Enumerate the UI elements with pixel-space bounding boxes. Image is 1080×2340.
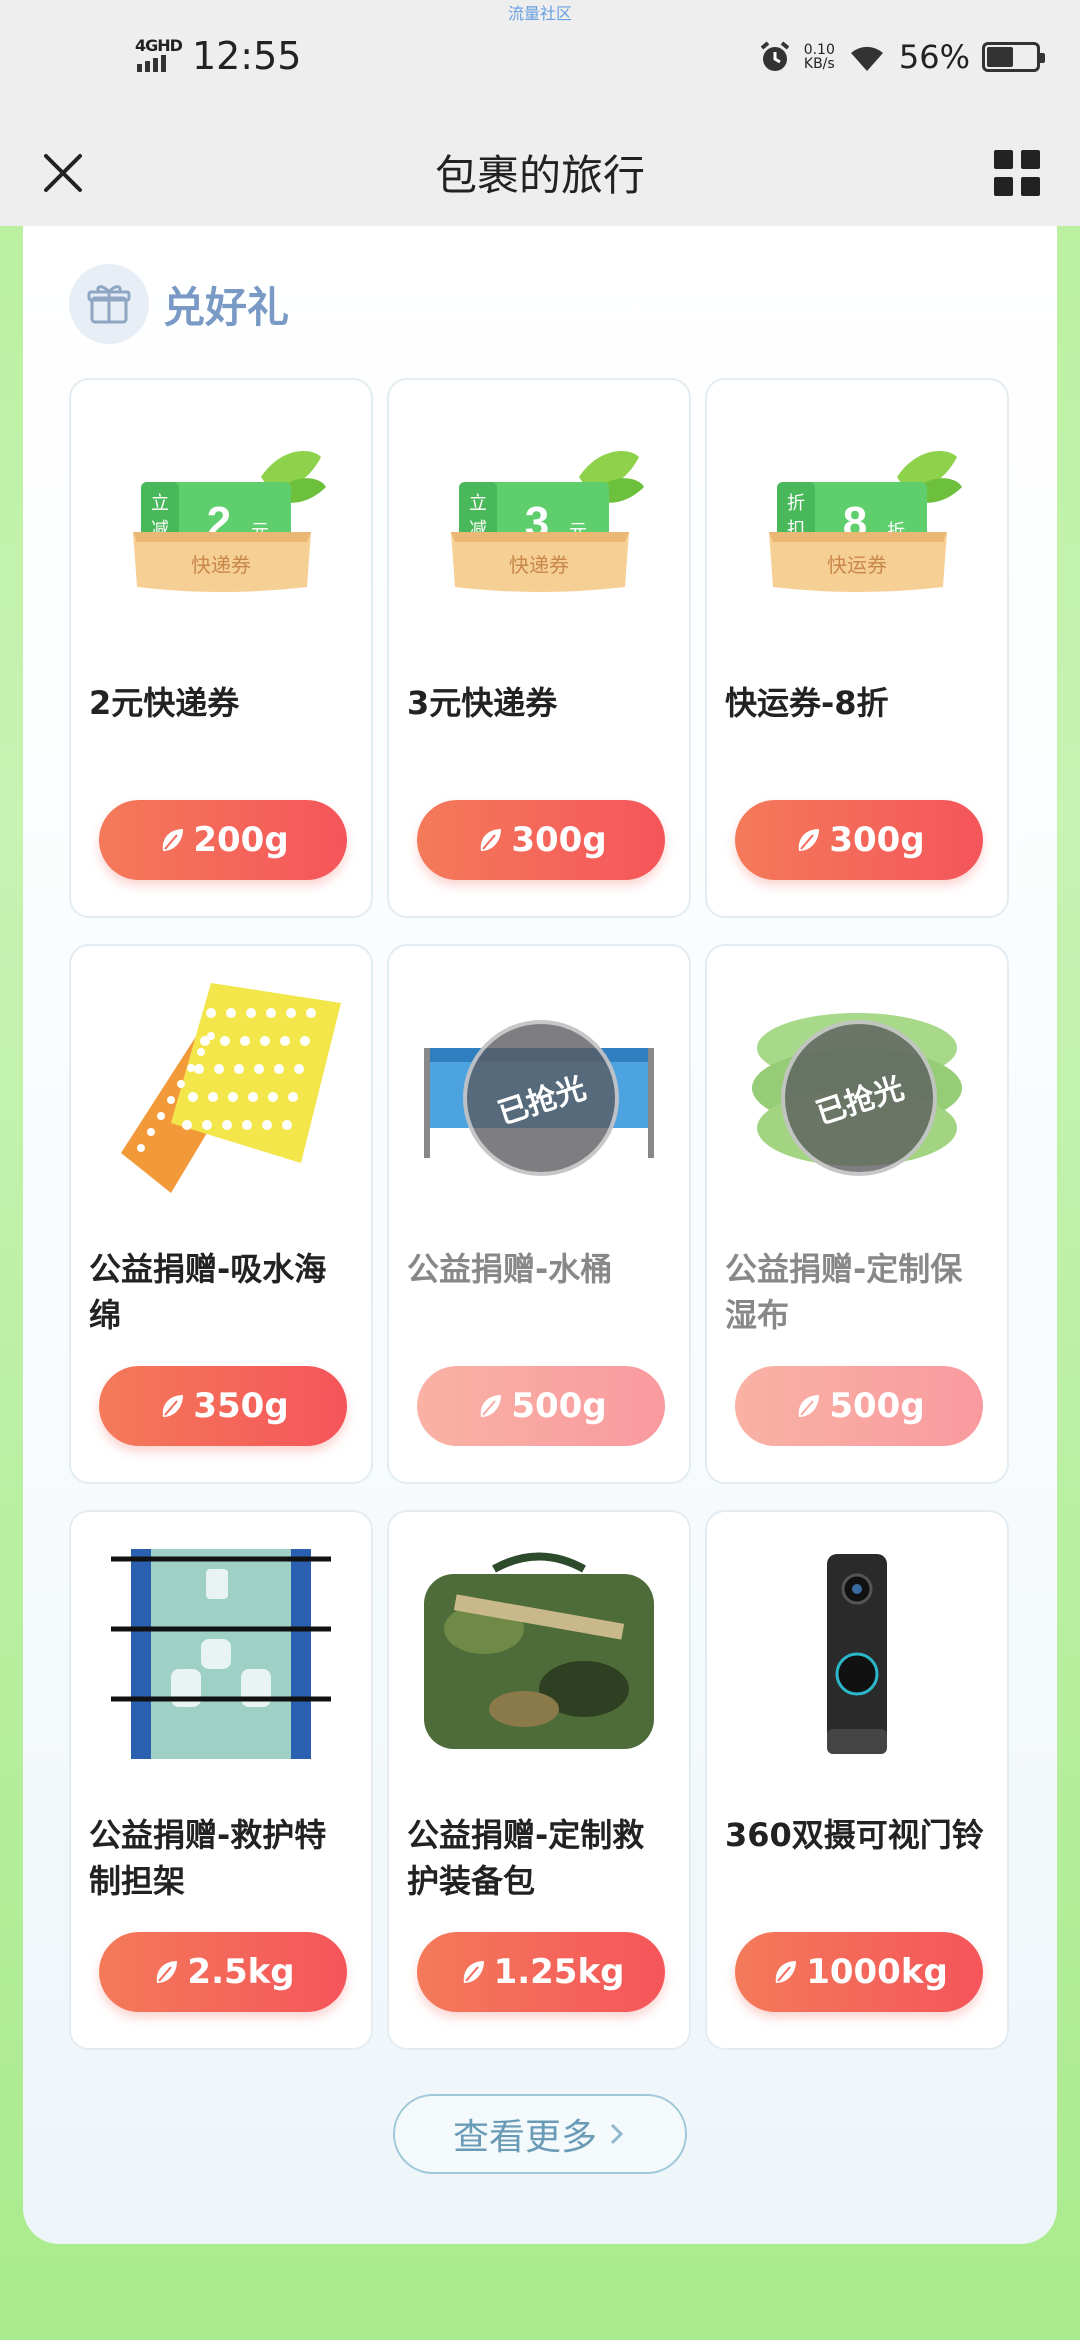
svg-text:立: 立 bbox=[151, 493, 169, 513]
network-indicator: 4GHD bbox=[135, 37, 183, 75]
reward-item[interactable]: 折 扣 8 折 快运券 快运券-8折 300g bbox=[705, 378, 1009, 918]
signal-icon bbox=[137, 54, 166, 72]
reward-image bbox=[93, 968, 349, 1208]
reward-item[interactable]: 360双摄可视门铃 1000kg bbox=[705, 1510, 1009, 2050]
reward-item[interactable]: 公益捐赠-定制救护装备包 1.25kg bbox=[387, 1510, 691, 2050]
leaf-icon bbox=[481, 1395, 502, 1417]
redeem-button[interactable]: 300g bbox=[417, 800, 665, 880]
svg-text:立: 立 bbox=[469, 493, 487, 513]
clock: 12:55 bbox=[191, 34, 302, 78]
redeem-button[interactable]: 1.25kg bbox=[417, 1932, 665, 2012]
price-label: 350g bbox=[193, 1386, 289, 1426]
redeem-button[interactable]: 2.5kg bbox=[99, 1932, 347, 2012]
section-title: 兑好礼 bbox=[163, 282, 290, 332]
svg-text:快递券: 快递券 bbox=[191, 554, 251, 577]
reward-image: 立 减 3 元 快递券 bbox=[411, 402, 667, 642]
reward-name: 3元快递券 bbox=[407, 684, 558, 722]
page-title: 包裹的旅行 bbox=[434, 151, 645, 200]
redeem-button[interactable]: 350g bbox=[99, 1366, 347, 1446]
reward-item[interactable]: 公益捐赠-吸水海绵 350g bbox=[69, 944, 373, 1484]
redeem-button[interactable]: 500g bbox=[735, 1366, 983, 1446]
grid-icon[interactable] bbox=[984, 140, 1050, 206]
price-label: 300g bbox=[829, 820, 925, 860]
reward-item[interactable]: 公益捐赠-救护特制担架 2.5kg bbox=[69, 1510, 373, 2050]
price-label: 500g bbox=[829, 1386, 925, 1426]
leaf-icon bbox=[163, 829, 184, 851]
reward-name: 公益捐赠-救护特制担架 bbox=[89, 1816, 327, 1900]
rewards-card: 兑好礼 立 减 2 元 快递券 2元快递券 200g 立 减 3 元 快递券 3… bbox=[23, 226, 1057, 2244]
reward-name: 公益捐赠-定制保湿布 bbox=[725, 1250, 963, 1334]
reward-item[interactable]: 已抢光 公益捐赠-定制保湿布 500g bbox=[705, 944, 1009, 1484]
price-label: 1000kg bbox=[806, 1952, 948, 1992]
redeem-button[interactable]: 200g bbox=[99, 800, 347, 880]
leaf-icon bbox=[775, 1961, 797, 1983]
reward-name: 公益捐赠-水桶 bbox=[407, 1250, 613, 1288]
leaf-icon bbox=[799, 1395, 820, 1417]
svg-text:折: 折 bbox=[787, 493, 805, 513]
reward-name: 公益捐赠-吸水海绵 bbox=[89, 1250, 327, 1334]
reward-image bbox=[411, 1534, 667, 1774]
price-label: 1.25kg bbox=[493, 1952, 625, 1992]
reward-name: 2元快递券 bbox=[89, 684, 240, 722]
view-more-button[interactable]: 查看更多 bbox=[393, 2094, 687, 2174]
gift-icon bbox=[69, 264, 149, 344]
reward-item[interactable]: 已抢光 公益捐赠-水桶 500g bbox=[387, 944, 691, 1484]
reward-image: 立 减 2 元 快递券 bbox=[93, 402, 349, 642]
price-label: 200g bbox=[193, 820, 289, 860]
sold-out-stamp: 已抢光 bbox=[463, 1020, 619, 1176]
status-bar: 流量社区 4GHD 12:55 0.10 KB/s 56% bbox=[0, 0, 1080, 120]
view-more-label: 查看更多 bbox=[452, 2117, 597, 2158]
leaf-icon bbox=[481, 829, 502, 851]
redeem-button[interactable]: 1000kg bbox=[735, 1932, 983, 2012]
reward-name: 公益捐赠-定制救护装备包 bbox=[407, 1816, 645, 1900]
reward-item[interactable]: 立 减 2 元 快递券 2元快递券 200g bbox=[69, 378, 373, 918]
status-top-label: 流量社区 bbox=[507, 4, 572, 23]
reward-image bbox=[93, 1534, 349, 1774]
chevron-right-icon bbox=[610, 2123, 624, 2145]
svg-text:快运券: 快运券 bbox=[827, 554, 887, 577]
alarm-icon bbox=[760, 41, 789, 71]
leaf-icon bbox=[463, 1961, 484, 1983]
section-header: 兑好礼 bbox=[69, 264, 289, 344]
reward-item[interactable]: 立 减 3 元 快递券 3元快递券 300g bbox=[387, 378, 691, 918]
leaf-icon bbox=[157, 1961, 178, 1983]
reward-name: 快运券-8折 bbox=[725, 684, 889, 722]
leaf-icon bbox=[799, 829, 820, 851]
price-label: 500g bbox=[511, 1386, 607, 1426]
price-label: 300g bbox=[511, 820, 607, 860]
reward-name: 360双摄可视门铃 bbox=[725, 1816, 984, 1854]
redeem-button[interactable]: 500g bbox=[417, 1366, 665, 1446]
nav-bar: 包裹的旅行 bbox=[0, 120, 1080, 226]
wifi-icon bbox=[850, 46, 883, 71]
battery-percent: 56% bbox=[898, 38, 970, 76]
reward-image: 折 扣 8 折 快运券 bbox=[729, 402, 985, 642]
svg-text:快递券: 快递券 bbox=[509, 554, 569, 577]
price-label: 2.5kg bbox=[187, 1952, 295, 1992]
sold-out-stamp: 已抢光 bbox=[781, 1020, 937, 1176]
reward-image bbox=[729, 1534, 985, 1774]
battery-icon bbox=[982, 42, 1045, 72]
network-speed: 0.10 KB/s bbox=[803, 42, 835, 72]
leaf-icon bbox=[163, 1395, 184, 1417]
redeem-button[interactable]: 300g bbox=[735, 800, 983, 880]
